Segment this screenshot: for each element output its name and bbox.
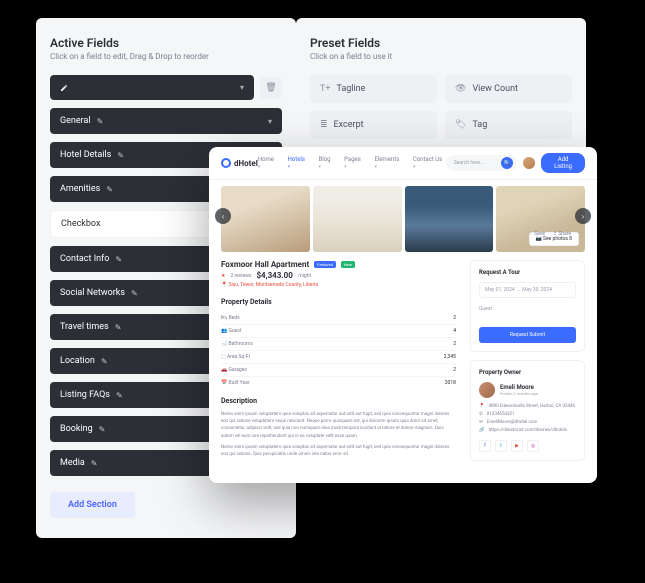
pen-icon: ✎: [91, 459, 98, 468]
logo-icon: [221, 158, 231, 168]
search-icon[interactable]: 🔍: [501, 157, 513, 169]
request-tour-title: Request A Tour: [479, 269, 576, 276]
badge-new: New: [341, 261, 355, 268]
gallery-photo[interactable]: [221, 186, 310, 252]
date-range-input[interactable]: May 01, 2024 → May 30, 2024: [479, 282, 576, 298]
property-owner-widget: Property Owner Emeli MoorePosted 2 month…: [470, 360, 585, 461]
lines-icon: ≣: [320, 120, 328, 130]
field-untitled[interactable]: ▾: [50, 75, 254, 100]
owner-subtitle: Posted 2 months ago: [500, 391, 538, 396]
eye-icon: 👁: [455, 84, 466, 94]
chevron-down-icon: ▾: [268, 117, 272, 126]
pen-icon: ✎: [117, 151, 124, 160]
preset-fields-title: Preset Fields: [310, 36, 572, 50]
pin-icon: 📍: [479, 403, 485, 411]
field-general[interactable]: General✎▾: [50, 108, 282, 134]
owner-name: Emeli Moore: [500, 384, 538, 391]
avatar[interactable]: [523, 157, 535, 169]
preview-topbar: dHotel Home Hotels Blog Pages Elements C…: [209, 147, 597, 180]
active-fields-subtitle: Click on a field to edit, Drag & Drop to…: [50, 52, 282, 61]
guest-input[interactable]: Guest: [479, 303, 576, 315]
text-icon: T+: [320, 84, 330, 94]
search-input[interactable]: Search here...🔍: [446, 155, 518, 171]
nav-elements[interactable]: Elements: [374, 156, 402, 170]
pen-icon: ✎: [106, 185, 113, 194]
instagram-icon[interactable]: ◎: [527, 440, 539, 452]
property-owner-title: Property Owner: [479, 369, 576, 376]
price: $4,343.00: [256, 271, 292, 280]
link-icon: 🔗: [479, 427, 485, 435]
tag-icon: 🏷: [455, 120, 466, 130]
pen-icon: ✎: [101, 357, 108, 366]
pen-icon: [60, 84, 68, 92]
gallery-photo[interactable]: [313, 186, 402, 252]
location-text: 📍 Sisu, Tewor, Montserrado County, Liber…: [221, 282, 456, 288]
chevron-down-icon: ▾: [240, 83, 244, 92]
twitter-icon[interactable]: t: [495, 440, 507, 452]
pen-icon: ✎: [97, 117, 104, 126]
photo-gallery: ‹ › 📷 See photos 8: [209, 180, 597, 252]
request-tour-widget: Request A Tour May 01, 2024 → May 30, 20…: [470, 260, 585, 352]
description-title: Description: [221, 397, 456, 405]
preset-view-count[interactable]: 👁View Count: [445, 75, 572, 103]
share-button[interactable]: ⇪ Share: [553, 231, 571, 237]
property-details-title: Property Details: [221, 298, 456, 306]
pen-icon: ✎: [131, 289, 138, 298]
save-button[interactable]: ♡ Save: [528, 231, 544, 237]
pen-icon: ✎: [116, 391, 123, 400]
nav-pages[interactable]: Pages: [344, 156, 364, 170]
property-details: 🛏 Beds2 👥 Guest4 🛁 Bathrooms2 ⬚ Area Sq-…: [221, 312, 456, 389]
preset-excerpt[interactable]: ≣Excerpt: [310, 111, 437, 139]
nav-hotels[interactable]: Hotels: [288, 156, 309, 170]
nav-home[interactable]: Home: [258, 156, 278, 170]
add-listing-button[interactable]: Add Listing: [541, 153, 585, 173]
preset-tag[interactable]: 🏷Tag: [445, 111, 572, 139]
listing-preview-card: dHotel Home Hotels Blog Pages Elements C…: [209, 147, 597, 483]
delete-button[interactable]: 🗑: [260, 77, 282, 99]
gallery-next-button[interactable]: ›: [575, 208, 591, 224]
youtube-icon[interactable]: ▶: [511, 440, 523, 452]
mail-icon: ✉: [479, 419, 483, 427]
listing-title: Foxmoor Hall Apartment: [221, 260, 309, 269]
pen-icon: ✎: [115, 323, 122, 332]
price-unit: /night: [298, 273, 311, 279]
preset-fields-subtitle: Click on a field to use it: [310, 52, 572, 61]
gallery-prev-button[interactable]: ‹: [215, 208, 231, 224]
nav-blog[interactable]: Blog: [319, 156, 335, 170]
facebook-icon[interactable]: f: [479, 440, 491, 452]
preset-tagline[interactable]: T+Tagline: [310, 75, 437, 103]
request-submit-button[interactable]: Request Submit: [479, 327, 576, 343]
nav: Home Hotels Blog Pages Elements Contact …: [258, 156, 446, 170]
gallery-photo[interactable]: [405, 186, 494, 252]
reviews-count: 2 reviews: [230, 273, 251, 279]
more-button[interactable]: ···: [579, 231, 583, 237]
listing-actions: ♡ Save ⇪ Share ···: [528, 231, 583, 237]
star-icon: ★: [221, 273, 225, 279]
phone-icon: ✆: [479, 411, 483, 419]
brand[interactable]: dHotel: [221, 158, 258, 168]
badge-featured: Featured: [314, 261, 336, 268]
add-section-button[interactable]: Add Section: [50, 492, 135, 518]
owner-contact: 📍4890 Edwardsville Street, Harbor, CA 93…: [479, 403, 576, 435]
pen-icon: ✎: [115, 255, 122, 264]
nav-contact[interactable]: Contact Us: [413, 156, 446, 170]
active-fields-title: Active Fields: [50, 36, 282, 50]
owner-avatar[interactable]: [479, 382, 495, 398]
description-text: Nemo enim ipsam voluptatem quia voluptas…: [221, 411, 456, 458]
pen-icon: ✎: [99, 425, 106, 434]
